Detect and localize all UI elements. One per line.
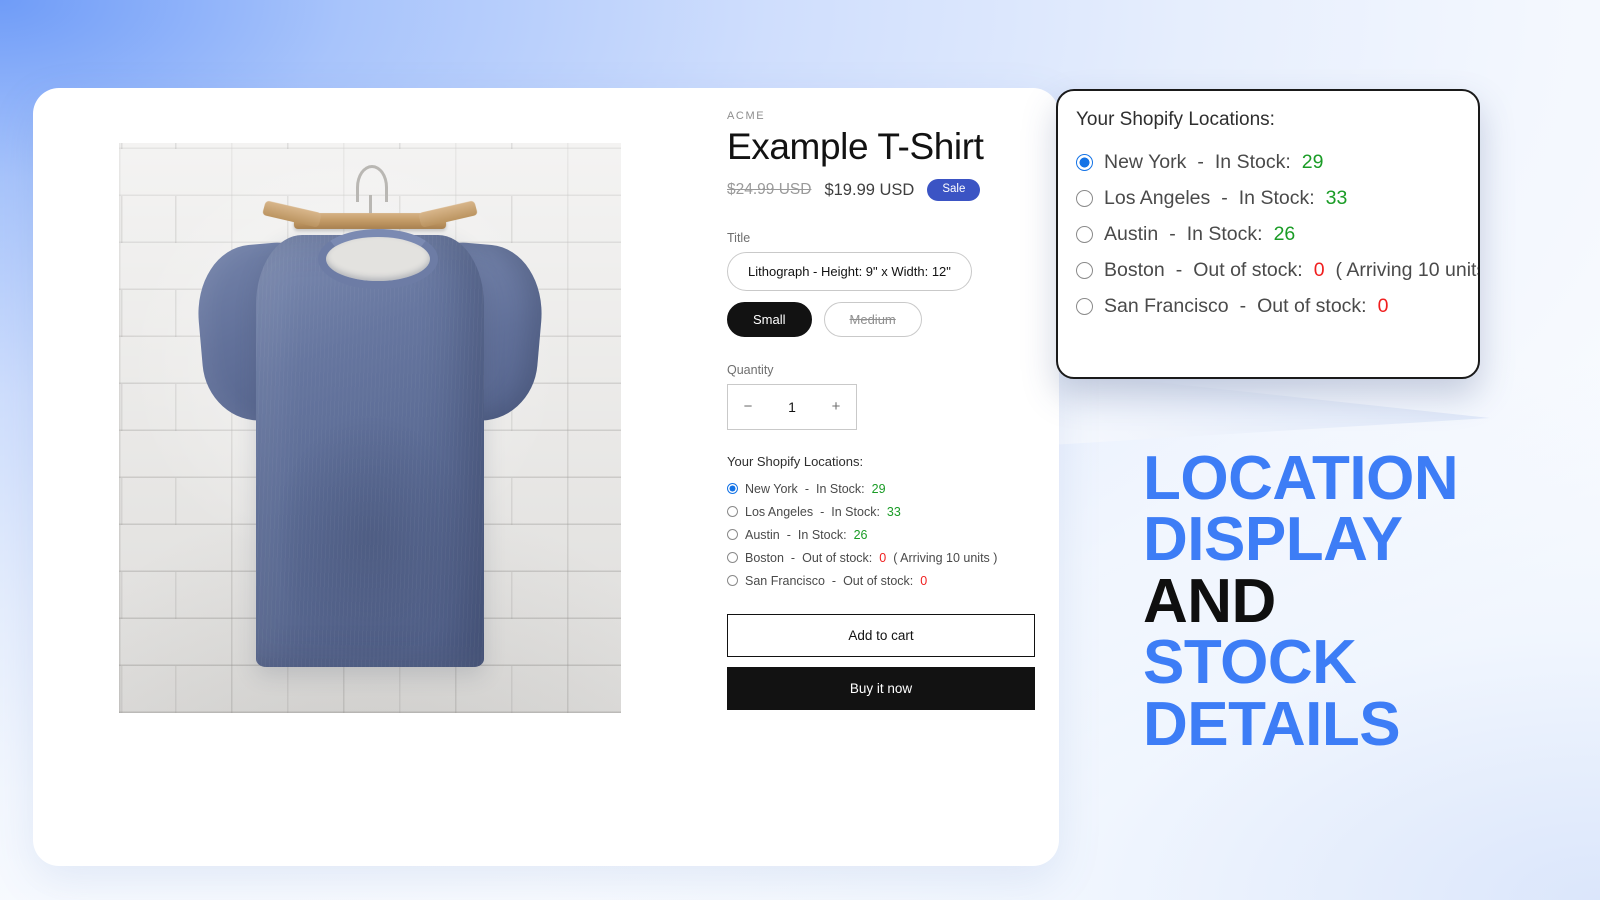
- location-name: Austin: [745, 527, 780, 542]
- quantity-label: Quantity: [727, 362, 774, 377]
- radio-icon[interactable]: [727, 506, 738, 518]
- option-title-label: Title: [727, 230, 751, 245]
- radio-icon-selected[interactable]: [727, 483, 738, 495]
- zoom-locations-heading: Your Shopify Locations:: [1076, 109, 1275, 130]
- location-separator: -: [1221, 187, 1228, 209]
- add-to-cart-button[interactable]: Add to cart: [727, 613, 1035, 657]
- location-separator: -: [820, 504, 825, 519]
- location-stock-count: 33: [886, 504, 901, 519]
- page-title: Example T-Shirt: [727, 126, 984, 167]
- location-stock-count: 29: [1301, 151, 1324, 173]
- tshirt-body: [256, 235, 484, 667]
- product-card: ACME Example T-Shirt $24.99 USD $19.99 U…: [33, 88, 1059, 866]
- size-option-row: Small Medium: [727, 301, 1047, 337]
- price-row: $24.99 USD $19.99 USD Sale: [727, 179, 1047, 201]
- location-status-label: In Stock:: [797, 527, 847, 542]
- radio-icon[interactable]: [727, 529, 738, 541]
- location-option-los-angeles[interactable]: Los Angeles - In Stock: 33: [727, 505, 1047, 519]
- radio-icon-selected[interactable]: [1076, 154, 1093, 171]
- zoom-location-option-san-francisco[interactable]: San Francisco - Out of stock: 0: [1076, 295, 1478, 318]
- status-badge-sale: Sale: [927, 179, 981, 201]
- location-name: San Francisco: [745, 573, 825, 588]
- radio-icon[interactable]: [727, 575, 738, 587]
- location-name: San Francisco: [1104, 295, 1229, 317]
- location-name: Los Angeles: [745, 504, 814, 519]
- tshirt-texture: [256, 235, 484, 667]
- location-status-label: In Stock:: [831, 504, 880, 519]
- quantity-stepper[interactable]: − 1 +: [727, 383, 857, 430]
- compare-at-price: $24.99 USD: [727, 181, 812, 199]
- location-status-label: Out of stock:: [1257, 295, 1367, 317]
- location-arrival-note: ( Arriving 10 units ): [893, 550, 998, 565]
- location-status-label: In Stock:: [1186, 223, 1263, 245]
- promo-headline: LOCATION DISPLAY AND STOCK DETAILS: [1143, 444, 1573, 759]
- location-option-austin[interactable]: Austin - In Stock: 26: [727, 528, 1047, 542]
- location-separator: -: [831, 573, 837, 588]
- tshirt-graphic: [192, 217, 548, 667]
- promo-stage: ACME Example T-Shirt $24.99 USD $19.99 U…: [0, 0, 1600, 900]
- zoom-location-option-los-angeles[interactable]: Los Angeles - In Stock: 33: [1076, 187, 1478, 210]
- location-name: Austin: [1104, 223, 1159, 245]
- zoom-location-option-austin[interactable]: Austin - In Stock: 26: [1076, 223, 1478, 246]
- headline-line-5: DETAILS: [1143, 689, 1401, 759]
- location-option-san-francisco[interactable]: San Francisco - Out of stock: 0: [727, 574, 1047, 588]
- product-image[interactable]: [119, 143, 621, 713]
- location-stock-count: 29: [871, 481, 886, 496]
- radio-icon[interactable]: [1076, 226, 1093, 243]
- quantity-input[interactable]: 1: [768, 399, 816, 415]
- location-arrival-note: ( Arriving 10 units ): [1335, 259, 1478, 281]
- quantity-increment-button[interactable]: +: [816, 386, 856, 428]
- buy-it-now-button[interactable]: Buy it now: [727, 666, 1035, 710]
- headline-line-1: LOCATION: [1143, 444, 1459, 513]
- size-option-medium[interactable]: Medium: [823, 301, 922, 337]
- radio-icon[interactable]: [1076, 190, 1093, 207]
- location-separator: -: [804, 481, 809, 496]
- location-stock-count: 0: [1377, 295, 1389, 317]
- location-separator: -: [786, 527, 791, 542]
- zoom-location-option-boston[interactable]: Boston - Out of stock: 0 ( Arriving 10 u…: [1076, 259, 1478, 282]
- product-info-column: ACME Example T-Shirt $24.99 USD $19.99 U…: [727, 110, 1047, 710]
- location-status-label: Out of stock:: [802, 550, 873, 565]
- location-separator: -: [1239, 295, 1247, 317]
- location-name: Boston: [745, 550, 784, 565]
- location-status-label: In Stock:: [1214, 151, 1291, 173]
- location-status-label: Out of stock:: [1193, 259, 1303, 281]
- location-option-new-york[interactable]: New York - In Stock: 29: [727, 482, 1047, 496]
- location-status-label: In Stock:: [1238, 187, 1315, 209]
- location-separator: -: [790, 550, 796, 565]
- location-separator: -: [1169, 223, 1176, 245]
- product-vendor: ACME: [727, 110, 766, 122]
- location-name: New York: [1104, 151, 1187, 173]
- radio-icon[interactable]: [1076, 262, 1093, 279]
- zoom-callout-panel: Your Shopify Locations: New York - In St…: [1056, 89, 1480, 379]
- location-name: New York: [745, 481, 798, 496]
- size-option-small[interactable]: Small: [727, 301, 812, 337]
- location-stock-count: 26: [853, 527, 868, 542]
- option-title-value[interactable]: Lithograph - Height: 9" x Width: 12": [727, 251, 972, 291]
- headline-line-3: AND: [1143, 566, 1276, 636]
- location-name: Los Angeles: [1104, 187, 1211, 209]
- locations-heading: Your Shopify Locations:: [727, 453, 864, 469]
- location-stock-count: 0: [879, 550, 887, 565]
- zoom-locations-radio-group[interactable]: New York - In Stock: 29 Los Angeles - In…: [1076, 151, 1478, 318]
- current-price: $19.99 USD: [824, 180, 915, 199]
- location-stock-count: 26: [1273, 223, 1296, 245]
- location-name: Boston: [1104, 259, 1165, 281]
- radio-icon[interactable]: [727, 552, 738, 564]
- headline-line-2: DISPLAY: [1143, 505, 1403, 575]
- zoom-location-option-new-york[interactable]: New York - In Stock: 29: [1076, 151, 1478, 174]
- locations-radio-group[interactable]: New York - In Stock: 29 Los Angeles - In…: [727, 482, 1047, 588]
- tshirt-collar: [318, 229, 438, 289]
- location-stock-count: 0: [920, 573, 928, 588]
- headline-line-4: STOCK: [1143, 628, 1357, 698]
- location-stock-count: 0: [1313, 259, 1325, 281]
- quantity-decrement-button[interactable]: −: [728, 386, 768, 428]
- location-option-boston[interactable]: Boston - Out of stock: 0 ( Arriving 10 u…: [727, 551, 1047, 565]
- radio-icon[interactable]: [1076, 298, 1093, 315]
- location-stock-count: 33: [1325, 187, 1348, 209]
- location-status-label: In Stock:: [815, 481, 865, 496]
- location-separator: -: [1175, 259, 1183, 281]
- location-separator: -: [1197, 151, 1204, 173]
- location-status-label: Out of stock:: [843, 573, 914, 588]
